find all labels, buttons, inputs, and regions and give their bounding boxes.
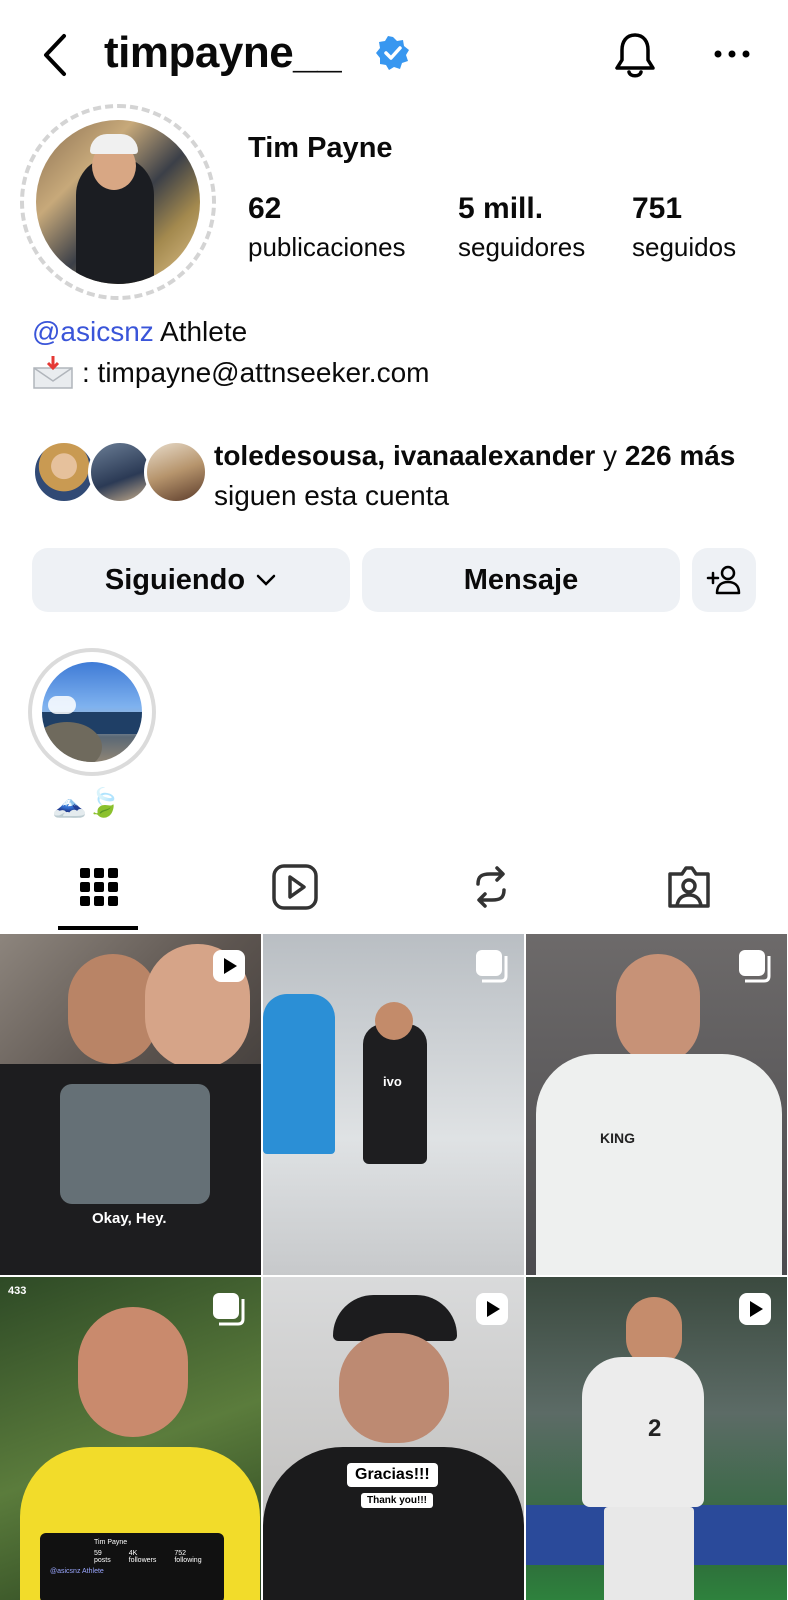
post-thumbnail[interactable]: Gracias!!! Thank you!!! xyxy=(263,1277,524,1600)
bio-line-1-text: Athlete xyxy=(153,316,248,347)
following-button-label: Siguiendo xyxy=(104,563,246,596)
highlight-cover xyxy=(42,662,142,762)
followed-by-suffix: siguen esta cuenta xyxy=(214,480,450,511)
post-caption: ivo xyxy=(383,1074,402,1089)
post-caption-box: Gracias!!! xyxy=(347,1463,438,1487)
inset-stat: 4K followers xyxy=(129,1550,157,1564)
stat-followers-label: seguidores xyxy=(458,232,586,262)
post-thumbnail[interactable]: ivo xyxy=(263,934,524,1275)
stat-followers[interactable]: 5 mill. seguidores xyxy=(458,192,585,263)
profile-full-name: Tim Payne xyxy=(248,132,393,164)
post-caption: 2 xyxy=(648,1415,662,1442)
stat-following[interactable]: 751 seguidos xyxy=(632,192,736,263)
inset-mention: @asicsnz Athlete xyxy=(50,1568,104,1575)
more-options-icon[interactable] xyxy=(712,36,752,72)
incoming-envelope-icon xyxy=(33,356,73,389)
reels-icon[interactable] xyxy=(270,862,320,912)
inset-stat-label: followers xyxy=(128,1557,157,1564)
story-highlight[interactable] xyxy=(28,648,156,776)
followed-by-more: 226 más xyxy=(624,440,736,471)
mutual-avatar xyxy=(144,440,208,504)
profile-avatar[interactable] xyxy=(36,120,200,284)
message-button-label: Mensaje xyxy=(463,563,579,596)
stat-followers-value: 5 mill. xyxy=(458,192,544,225)
post-glasses xyxy=(60,1084,210,1204)
carousel-badge-icon xyxy=(476,950,508,983)
post-thumbnail[interactable]: KING xyxy=(526,934,787,1275)
stat-posts-value: 62 xyxy=(248,192,282,225)
post-thumbnail[interactable]: 2 xyxy=(526,1277,787,1600)
post-caption: KING xyxy=(600,1130,635,1146)
inset-stat-label: posts xyxy=(94,1557,111,1564)
inset-stat-value: 4K xyxy=(128,1550,138,1557)
post-inset-card: Tim Payne 59 posts 4K followers 752 followi… xyxy=(40,1533,224,1600)
bio-line-2: : timpayne@attnseeker.com xyxy=(32,356,429,390)
carousel-badge-icon xyxy=(213,1293,245,1326)
post-figure xyxy=(339,1333,449,1443)
followed-by-names: toledesousa, ivanaalexander xyxy=(214,440,596,471)
suggested-accounts-button[interactable] xyxy=(692,548,756,612)
post-thumbnail[interactable]: 433 Tim Payne 59 posts 4K followers 752 fol… xyxy=(0,1277,261,1600)
avatar-cap xyxy=(90,134,138,154)
post-figure xyxy=(536,1054,782,1275)
back-arrow-icon[interactable] xyxy=(36,30,76,80)
profile-header: timpayne__ xyxy=(0,0,788,110)
bell-icon[interactable] xyxy=(612,30,658,80)
add-person-icon xyxy=(706,565,741,595)
stat-posts[interactable]: 62 publicaciones xyxy=(248,192,406,263)
highlight-cloud xyxy=(48,696,76,714)
inset-stat: 59 posts xyxy=(94,1550,111,1564)
mutual-avatar xyxy=(32,440,96,504)
post-figure xyxy=(375,1002,413,1040)
inset-stat-value: 59 xyxy=(94,1550,102,1557)
bio-email-text: : timpayne@attnseeker.com xyxy=(82,357,430,388)
carousel-badge-icon xyxy=(739,950,771,983)
post-figure xyxy=(616,954,700,1064)
highlight-label: 🗻🍃 xyxy=(52,787,122,818)
post-figure xyxy=(263,994,335,1154)
post-thumbnail[interactable]: Okay, Hey. xyxy=(0,934,261,1275)
inset-stat-label: following xyxy=(174,1557,202,1564)
post-figure xyxy=(363,1024,427,1164)
inset-name: Tim Payne xyxy=(94,1539,128,1546)
profile-avatar-ring[interactable] xyxy=(20,104,216,300)
mutual-avatar xyxy=(88,440,152,504)
reel-badge-icon xyxy=(739,1293,771,1325)
post-figure xyxy=(582,1357,704,1507)
stat-following-label: seguidos xyxy=(632,232,737,262)
post-figure xyxy=(78,1307,188,1437)
stat-following-value: 751 xyxy=(632,192,683,225)
grid-icon[interactable] xyxy=(74,862,124,912)
post-subcaption: Thank you!!! xyxy=(367,1495,427,1506)
post-caption: 433 xyxy=(8,1285,27,1297)
inset-stats: 59 posts 4K followers 752 following xyxy=(94,1550,214,1564)
reel-badge-icon xyxy=(213,950,245,982)
bio-mention-link[interactable]: @asicsnz xyxy=(32,316,154,347)
post-figure xyxy=(604,1507,694,1600)
message-button[interactable]: Mensaje xyxy=(362,548,680,612)
post-caption: Okay, Hey. xyxy=(92,1210,167,1227)
bio-line-1: @asicsnz Athlete xyxy=(32,316,247,348)
stat-posts-label: publicaciones xyxy=(248,232,406,262)
profile-username: timpayne__ xyxy=(104,28,342,77)
verified-badge-icon xyxy=(376,36,409,70)
followed-by-text[interactable]: toledesousa, ivanaalexander y 226 más si… xyxy=(214,436,774,516)
active-tab-indicator xyxy=(58,926,138,930)
mutual-followers-avatars[interactable] xyxy=(32,440,208,506)
reposts-icon[interactable] xyxy=(466,862,516,912)
followed-by-connector: y xyxy=(595,440,625,471)
tagged-icon[interactable] xyxy=(664,862,714,912)
post-caption: Gracias!!! xyxy=(355,1466,430,1483)
post-subcaption-box: Thank you!!! xyxy=(361,1493,433,1508)
following-button[interactable]: Siguiendo xyxy=(32,548,350,612)
reel-badge-icon xyxy=(476,1293,508,1325)
profile-tabs xyxy=(0,852,788,932)
inset-stat-value: 752 xyxy=(174,1550,187,1557)
chevron-down-icon xyxy=(256,574,276,586)
inset-stat: 752 following xyxy=(174,1550,201,1564)
